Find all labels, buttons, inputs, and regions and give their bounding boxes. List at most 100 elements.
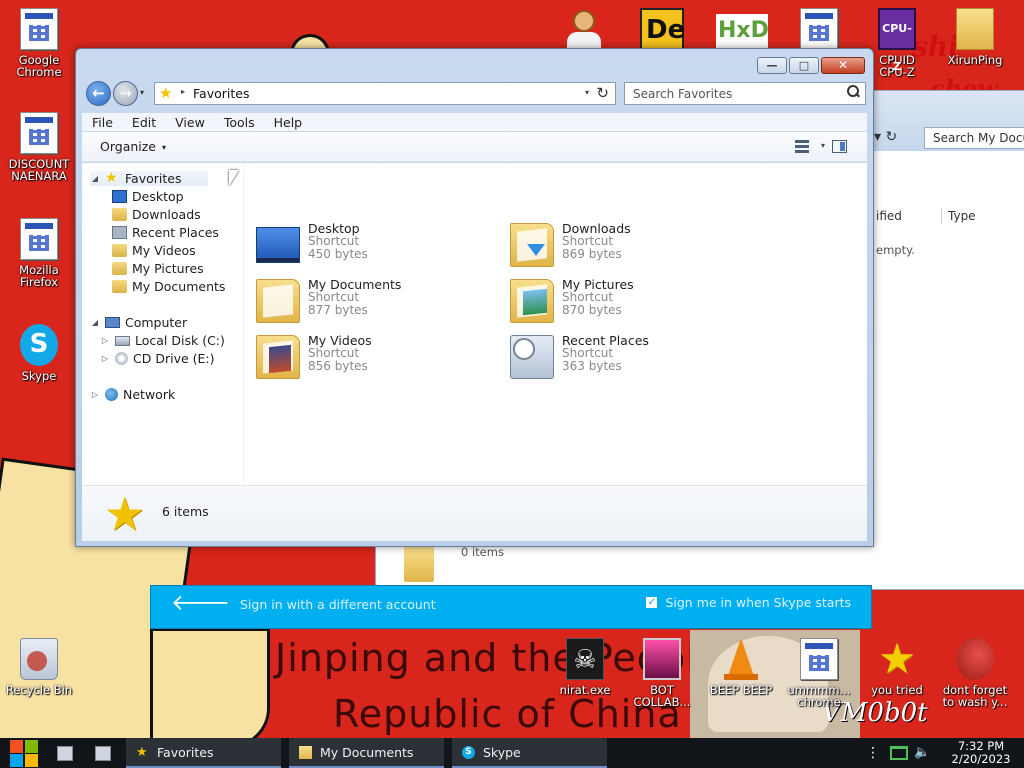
nav-desktop[interactable]: Desktop <box>112 189 184 204</box>
minimize-button[interactable]: — <box>757 57 787 74</box>
recent-places-icon <box>510 335 554 379</box>
file-item-my-documents[interactable]: My Documents Shortcut 877 bytes <box>256 277 496 327</box>
background-item-count: 0 items <box>461 545 504 559</box>
menu-file[interactable]: File <box>82 113 122 131</box>
breadcrumb-favorites[interactable]: Favorites <box>193 86 249 101</box>
change-view-button[interactable] <box>795 140 809 153</box>
file-item-recent-places[interactable]: Recent Places Shortcut 363 bytes <box>510 333 750 383</box>
volume-icon[interactable]: 🔈 <box>914 746 932 760</box>
taskbar-task-my-documents[interactable]: My Documents <box>289 738 444 768</box>
nav-local-disk[interactable]: ▷ Local Disk (C:) <box>100 333 225 348</box>
tray-overflow-icon[interactable]: ⋮ <box>866 745 880 761</box>
back-button[interactable]: ← <box>86 81 111 106</box>
maximize-button[interactable]: □ <box>789 57 819 74</box>
desktop-icon-discount-naenara[interactable]: DISCOUNT NAENARA <box>2 112 76 182</box>
nav-computer-label: Computer <box>125 315 188 330</box>
background-column-modified[interactable]: ified <box>876 209 902 223</box>
document-icon <box>20 8 58 50</box>
expander-icon[interactable]: ◢ <box>90 318 100 327</box>
desktop-icon-mozilla-firefox[interactable]: Mozilla Firefox <box>2 218 76 288</box>
hxd-logo-icon: HxD <box>718 18 769 43</box>
search-placeholder: Search Favorites <box>633 87 733 101</box>
file-size: 869 bytes <box>562 247 622 261</box>
nav-recent-places[interactable]: Recent Places <box>112 225 219 240</box>
desktop-icon-xirunping[interactable]: XirunPing <box>938 8 1012 66</box>
desktop-icon-ummmm-chrome[interactable]: ummmm... chrome <box>782 638 856 708</box>
nav-my-pictures[interactable]: My Pictures <box>112 261 204 276</box>
organize-button[interactable]: Organize ▾ <box>100 139 166 154</box>
expander-icon[interactable]: ◢ <box>90 174 100 183</box>
taskbar-task-skype[interactable]: S Skype <box>452 738 607 768</box>
desktop-icon-beep-beep[interactable]: BEEP BEEP <box>704 638 778 696</box>
de-logo-icon: De <box>646 15 686 45</box>
file-item-my-videos[interactable]: My Videos Shortcut 856 bytes <box>256 333 496 383</box>
preview-pane-button[interactable] <box>832 140 847 153</box>
address-dropdown-icon[interactable]: ▾ <box>585 88 589 97</box>
desktop-icon-label: DISCOUNT NAENARA <box>8 157 70 183</box>
expander-icon[interactable]: ▷ <box>90 390 100 399</box>
desktop-icon-de[interactable]: De <box>640 8 686 50</box>
file-size: 877 bytes <box>308 303 368 317</box>
forward-button[interactable]: → <box>113 81 138 106</box>
desktop-icon-document[interactable] <box>800 8 838 50</box>
file-item-my-pictures[interactable]: My Pictures Shortcut 870 bytes <box>510 277 750 327</box>
nav-my-documents[interactable]: My Documents <box>112 279 225 294</box>
start-button[interactable] <box>0 738 42 768</box>
nav-favorites[interactable]: ◢ ★ Favorites <box>90 171 208 186</box>
desktop-icon-bot-collab[interactable]: BOT COLLAB... <box>625 638 699 708</box>
menu-view[interactable]: View <box>165 113 214 131</box>
system-clock[interactable]: 7:32 PM 2/20/2023 <box>938 740 1024 766</box>
nav-my-videos[interactable]: My Videos <box>112 243 196 258</box>
desktop-icon-google-chrome[interactable]: Google Chrome <box>2 8 76 78</box>
windows-logo-icon <box>10 740 23 753</box>
checkbox-checked-icon[interactable]: ✓ <box>646 597 658 608</box>
refresh-icon[interactable]: ↻ <box>596 84 609 102</box>
nav-cd-drive[interactable]: ▷ CD Drive (E:) <box>100 351 215 366</box>
menu-tools[interactable]: Tools <box>214 113 264 131</box>
nav-downloads[interactable]: Downloads <box>112 207 201 222</box>
background-column-type[interactable]: Type <box>941 209 976 223</box>
breadcrumb-separator-icon[interactable]: ▸ <box>181 87 185 96</box>
desktop-icon-nirat[interactable]: ☠ nirat.exe <box>548 638 622 696</box>
view-options-dropdown[interactable]: ▾ <box>821 141 825 150</box>
mouse-pointer-icon <box>229 170 239 186</box>
desktop-icon-recycle-bin[interactable]: Recycle Bin <box>2 638 76 696</box>
search-icon[interactable] <box>847 85 859 97</box>
address-bar[interactable]: ★ ▸ Favorites ▾ ↻ <box>154 82 616 105</box>
desktop-icon-label: BEEP BEEP <box>709 683 773 697</box>
skype-window[interactable]: 🡐 Sign in with a different account ✓ Sig… <box>150 585 872 629</box>
recent-pages-dropdown[interactable]: ▾ <box>140 88 144 97</box>
desktop-icon-label: Skype <box>21 369 57 383</box>
desktop-icon-skype[interactable]: S Skype <box>2 324 76 382</box>
search-input[interactable]: Search Favorites <box>624 82 866 105</box>
nav-computer[interactable]: ◢ Computer <box>90 315 187 330</box>
nav-cd-drive-label: CD Drive (E:) <box>133 351 215 366</box>
back-arrow-icon: 🡐 <box>171 591 230 616</box>
desktop-icon-hxd[interactable]: HxD <box>716 14 769 48</box>
system-tray: ⋮ 🔈 7:32 PM 2/20/2023 <box>866 738 1024 768</box>
menu-help[interactable]: Help <box>264 113 312 131</box>
document-icon <box>800 638 838 680</box>
skype-signin-different-account[interactable]: 🡐 Sign in with a different account <box>171 591 436 616</box>
favorites-explorer-window[interactable]: — □ ✕ ← → ▾ ★ ▸ Favorites ▾ ↻ Search Fav… <box>75 48 874 547</box>
background-search-input[interactable]: Search My Docu <box>924 127 1024 149</box>
desktop-icon-you-tried[interactable]: ★ you tried <box>860 638 934 697</box>
close-button[interactable]: ✕ <box>821 57 865 74</box>
desktop-icon-doctor[interactable] <box>563 8 605 50</box>
videos-folder-icon <box>256 335 300 379</box>
file-size: 856 bytes <box>308 359 368 373</box>
skype-auto-signin-option[interactable]: ✓ Sign me in when Skype starts <box>646 595 851 610</box>
chevron-down-icon: ▾ <box>162 143 167 152</box>
file-item-downloads[interactable]: Downloads Shortcut 869 bytes <box>510 221 750 271</box>
expander-icon[interactable]: ▷ <box>100 354 110 363</box>
expander-icon[interactable]: ▷ <box>100 336 110 345</box>
background-refresh-icon[interactable]: ▾ ↻ <box>874 129 897 145</box>
menu-edit[interactable]: Edit <box>122 113 165 131</box>
file-item-desktop[interactable]: Desktop Shortcut 450 bytes <box>256 221 496 271</box>
network-status-icon[interactable] <box>890 746 908 760</box>
quick-launch-calculator-icon[interactable] <box>86 738 118 768</box>
desktop-icon-dont-forget[interactable]: dont forget to wash y... <box>938 638 1012 708</box>
show-desktop-icon[interactable] <box>48 738 80 768</box>
nav-network[interactable]: ▷ Network <box>90 387 175 402</box>
taskbar-task-favorites[interactable]: ★ Favorites <box>126 738 281 768</box>
